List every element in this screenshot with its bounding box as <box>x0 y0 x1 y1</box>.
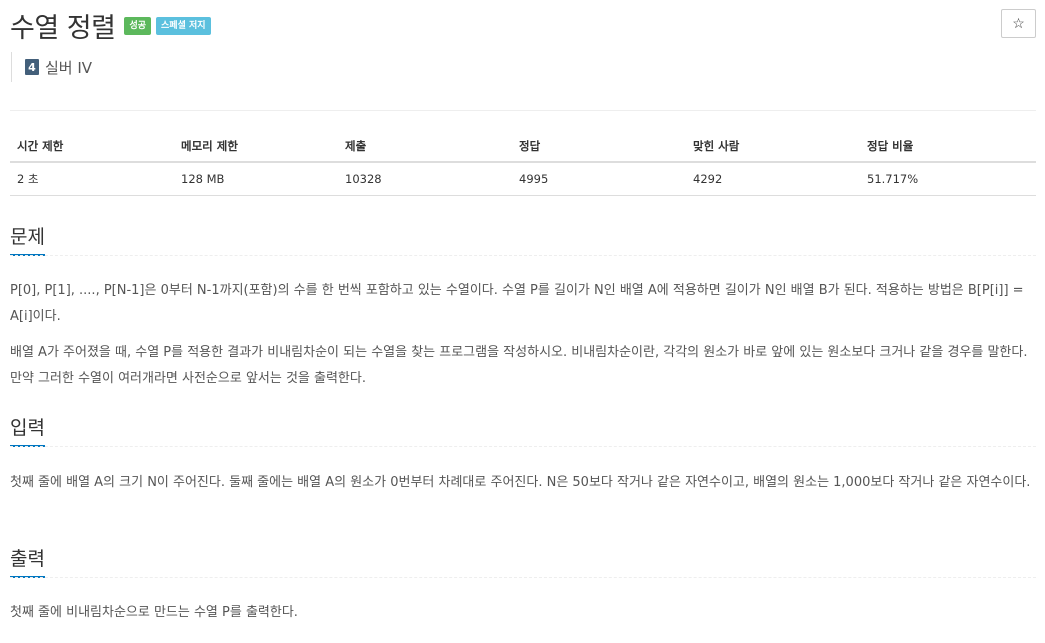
input-description: 첫째 줄에 배열 A의 크기 N이 주어진다. 둘째 줄에는 배열 A의 원소가… <box>10 475 1031 490</box>
special-judge-badge: 스페셜 저지 <box>156 16 211 35</box>
problem-description-1: P[0], P[1], ...., P[N-1]은 0부터 N-1까지(포함)의… <box>10 283 1024 324</box>
title-row: 수열 정렬 성공 스페셜 저지 <box>10 6 211 45</box>
header-solved-users: 맞힌 사람 <box>686 130 860 163</box>
table-header-row: 시간 제한 메모리 제한 제출 정답 맞힌 사람 정답 비율 <box>10 130 1036 163</box>
table-row: 2 초 128 MB 10328 4995 4292 51.717% <box>10 162 1036 196</box>
header-memory-limit: 메모리 제한 <box>174 130 338 163</box>
value-solved-users: 4292 <box>686 162 860 196</box>
section-title-problem: 문제 <box>10 226 45 248</box>
header-submissions: 제출 <box>338 130 512 163</box>
header-time-limit: 시간 제한 <box>10 130 174 163</box>
tier-info: 4 실버 IV <box>11 52 92 82</box>
divider <box>10 110 1036 111</box>
section-title-input: 입력 <box>10 417 45 439</box>
star-button[interactable]: ☆ <box>1001 9 1036 38</box>
tier-label: 실버 IV <box>45 58 93 77</box>
section-title-output: 출력 <box>10 548 45 570</box>
header-accept-ratio: 정답 비율 <box>860 130 1036 163</box>
star-icon: ☆ <box>1012 15 1025 31</box>
page-title: 수열 정렬 <box>10 13 116 44</box>
value-time-limit: 2 초 <box>10 162 174 196</box>
value-memory-limit: 128 MB <box>174 162 338 196</box>
problem-info-table: 시간 제한 메모리 제한 제출 정답 맞힌 사람 정답 비율 2 초 128 M… <box>10 130 1036 196</box>
status-badge-success: 성공 <box>124 16 152 35</box>
header-accepted: 정답 <box>512 130 686 163</box>
section-divider <box>10 446 1036 447</box>
value-accepted: 4995 <box>512 162 686 196</box>
value-submissions: 10328 <box>338 162 512 196</box>
problem-description-2: 배열 A가 주어졌을 때, 수열 P를 적용한 결과가 비내림차순이 되는 수열… <box>10 345 1028 386</box>
section-divider <box>10 577 1036 578</box>
section-divider <box>10 255 1036 256</box>
tier-icon: 4 <box>25 59 39 75</box>
value-accept-ratio: 51.717% <box>860 162 1036 196</box>
output-description: 첫째 줄에 비내림차순으로 만드는 수열 P를 출력한다. <box>10 605 298 620</box>
